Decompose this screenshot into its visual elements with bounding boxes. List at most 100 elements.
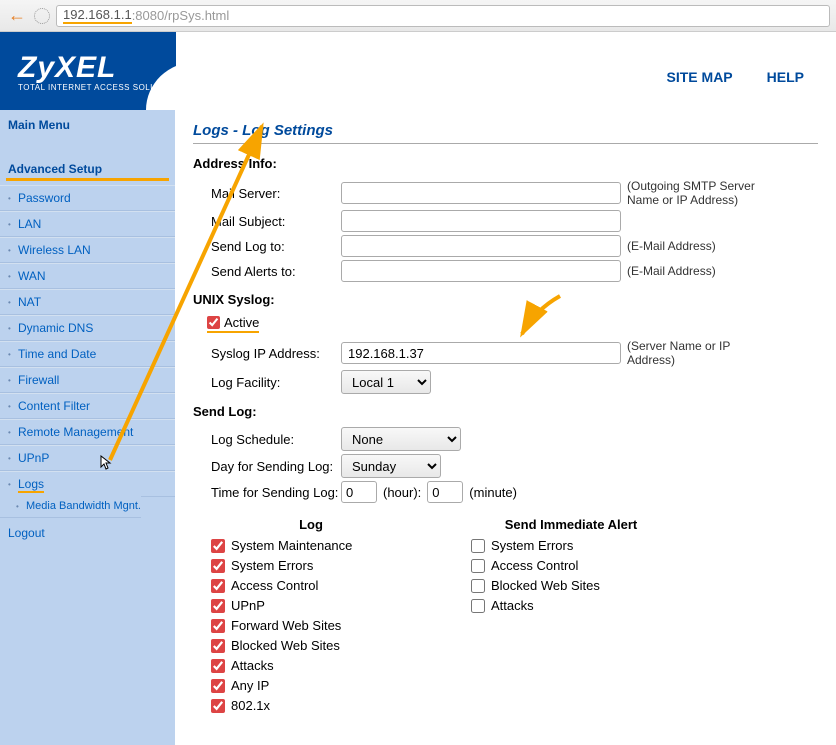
- hour-input[interactable]: [341, 481, 377, 503]
- day-sending-select[interactable]: Sunday: [341, 454, 441, 478]
- alert-check-sys-err[interactable]: [471, 539, 485, 553]
- banner: ZyXEL TOTAL INTERNET ACCESS SOLUTION SIT…: [0, 32, 836, 110]
- content: Logs - Log Settings Address Info: Mail S…: [175, 110, 836, 745]
- send-alerts-to-label: Send Alerts to:: [211, 264, 341, 279]
- log-item: Any IP: [211, 678, 411, 693]
- alert-item: Access Control: [471, 558, 671, 573]
- url-host: 192.168.1.1: [63, 7, 132, 24]
- sidebar-item-nat[interactable]: NAT: [0, 289, 175, 315]
- active-checkbox[interactable]: [207, 316, 220, 329]
- syslog-ip-label: Syslog IP Address:: [211, 346, 341, 361]
- send-log-title: Send Log:: [193, 404, 818, 419]
- active-label: Active: [224, 315, 259, 330]
- main-menu-header[interactable]: Main Menu: [0, 110, 175, 140]
- syslog-ip-input[interactable]: [341, 342, 621, 364]
- send-log-to-label: Send Log to:: [211, 239, 341, 254]
- log-column: Log System Maintenance System Errors Acc…: [211, 517, 411, 718]
- alert-column: Send Immediate Alert System Errors Acces…: [471, 517, 671, 718]
- sidebar-item-upnp[interactable]: UPnP: [0, 445, 175, 471]
- log-item: UPnP: [211, 598, 411, 613]
- sidebar-item-logs[interactable]: Logs: [0, 471, 175, 497]
- day-sending-row: Day for Sending Log: Sunday: [211, 454, 818, 478]
- send-alerts-to-note: (E-Mail Address): [627, 264, 716, 278]
- advanced-setup-header[interactable]: Advanced Setup: [6, 154, 169, 181]
- time-sending-label: Time for Sending Log:: [211, 485, 341, 500]
- mail-subject-row: Mail Subject:: [211, 210, 818, 232]
- sidebar-item-content-filter[interactable]: Content Filter: [0, 393, 175, 419]
- alert-list: System Errors Access Control Blocked Web…: [471, 538, 671, 613]
- sidebar-item-wireless-lan[interactable]: Wireless LAN: [0, 237, 175, 263]
- sidebar-item-wan[interactable]: WAN: [0, 263, 175, 289]
- log-facility-label: Log Facility:: [211, 375, 341, 390]
- log-item: Blocked Web Sites: [211, 638, 411, 653]
- alert-item: Attacks: [471, 598, 671, 613]
- address-info-title: Address Info:: [193, 156, 818, 171]
- url-bar[interactable]: 192.168.1.1:8080/rpSys.html: [56, 5, 830, 27]
- log-check-blocked-web[interactable]: [211, 639, 225, 653]
- page-title: Logs - Log Settings: [193, 122, 818, 144]
- alert-item: Blocked Web Sites: [471, 578, 671, 593]
- minute-input[interactable]: [427, 481, 463, 503]
- mail-subject-input[interactable]: [341, 210, 621, 232]
- mail-server-row: Mail Server: (Outgoing SMTP Server Name …: [211, 179, 818, 207]
- syslog-ip-row: Syslog IP Address: (Server Name or IP Ad…: [211, 339, 818, 367]
- help-link[interactable]: HELP: [765, 68, 806, 86]
- sitemap-link[interactable]: SITE MAP: [665, 68, 735, 86]
- logout-link[interactable]: Logout: [0, 512, 175, 554]
- send-log-to-note: (E-Mail Address): [627, 239, 716, 253]
- log-item: System Errors: [211, 558, 411, 573]
- sidebar-item-password[interactable]: Password: [0, 185, 175, 211]
- logo-text: ZyXEL: [18, 51, 178, 85]
- unix-syslog-title: UNIX Syslog:: [193, 292, 818, 307]
- send-alerts-to-input[interactable]: [341, 260, 621, 282]
- page-body: Main Menu Advanced Setup Password LAN Wi…: [0, 110, 836, 745]
- sidebar-item-time-date[interactable]: Time and Date: [0, 341, 175, 367]
- mail-server-label: Mail Server:: [211, 186, 341, 201]
- log-schedule-select[interactable]: None: [341, 427, 461, 451]
- log-item: Attacks: [211, 658, 411, 673]
- alert-check-access[interactable]: [471, 559, 485, 573]
- log-schedule-label: Log Schedule:: [211, 432, 341, 447]
- send-log-to-row: Send Log to: (E-Mail Address): [211, 235, 818, 257]
- mail-server-input[interactable]: [341, 182, 621, 204]
- log-check-8021x[interactable]: [211, 699, 225, 713]
- sidebar: Main Menu Advanced Setup Password LAN Wi…: [0, 110, 175, 745]
- sidebar-item-firewall[interactable]: Firewall: [0, 367, 175, 393]
- log-check-sys-maint[interactable]: [211, 539, 225, 553]
- minute-label: (minute): [469, 485, 517, 500]
- log-schedule-row: Log Schedule: None: [211, 427, 818, 451]
- mail-server-note: (Outgoing SMTP Server Name or IP Address…: [627, 179, 757, 207]
- hour-label: (hour):: [383, 485, 421, 500]
- log-item: Access Control: [211, 578, 411, 593]
- sidebar-item-media-bandwidth[interactable]: Media Bandwidth Mgnt.: [0, 495, 141, 518]
- browser-toolbar: ← 192.168.1.1:8080/rpSys.html: [0, 0, 836, 32]
- send-log-to-input[interactable]: [341, 235, 621, 257]
- log-check-upnp[interactable]: [211, 599, 225, 613]
- back-button[interactable]: ←: [6, 5, 28, 27]
- log-columns: Log System Maintenance System Errors Acc…: [211, 517, 818, 718]
- alert-check-blocked-web[interactable]: [471, 579, 485, 593]
- alert-item: System Errors: [471, 538, 671, 553]
- alert-header: Send Immediate Alert: [471, 517, 671, 532]
- time-sending-row: Time for Sending Log: (hour): (minute): [211, 481, 818, 503]
- log-check-attacks[interactable]: [211, 659, 225, 673]
- active-row: Active: [207, 315, 259, 333]
- sidebar-item-dynamic-dns[interactable]: Dynamic DNS: [0, 315, 175, 341]
- log-facility-select[interactable]: Local 1: [341, 370, 431, 394]
- send-alerts-to-row: Send Alerts to: (E-Mail Address): [211, 260, 818, 282]
- log-check-access[interactable]: [211, 579, 225, 593]
- banner-white: SITE MAP HELP: [176, 32, 836, 110]
- log-item: Forward Web Sites: [211, 618, 411, 633]
- log-check-sys-err[interactable]: [211, 559, 225, 573]
- sidebar-item-lan[interactable]: LAN: [0, 211, 175, 237]
- log-facility-row: Log Facility: Local 1: [211, 370, 818, 394]
- mail-subject-label: Mail Subject:: [211, 214, 341, 229]
- log-list: System Maintenance System Errors Access …: [211, 538, 411, 713]
- alert-check-attacks[interactable]: [471, 599, 485, 613]
- log-header: Log: [211, 517, 411, 532]
- sidebar-item-remote-mgmt[interactable]: Remote Management: [0, 419, 175, 445]
- log-check-anyip[interactable]: [211, 679, 225, 693]
- day-sending-label: Day for Sending Log:: [211, 459, 341, 474]
- log-check-fwd-web[interactable]: [211, 619, 225, 633]
- banner-links: SITE MAP HELP: [665, 68, 806, 86]
